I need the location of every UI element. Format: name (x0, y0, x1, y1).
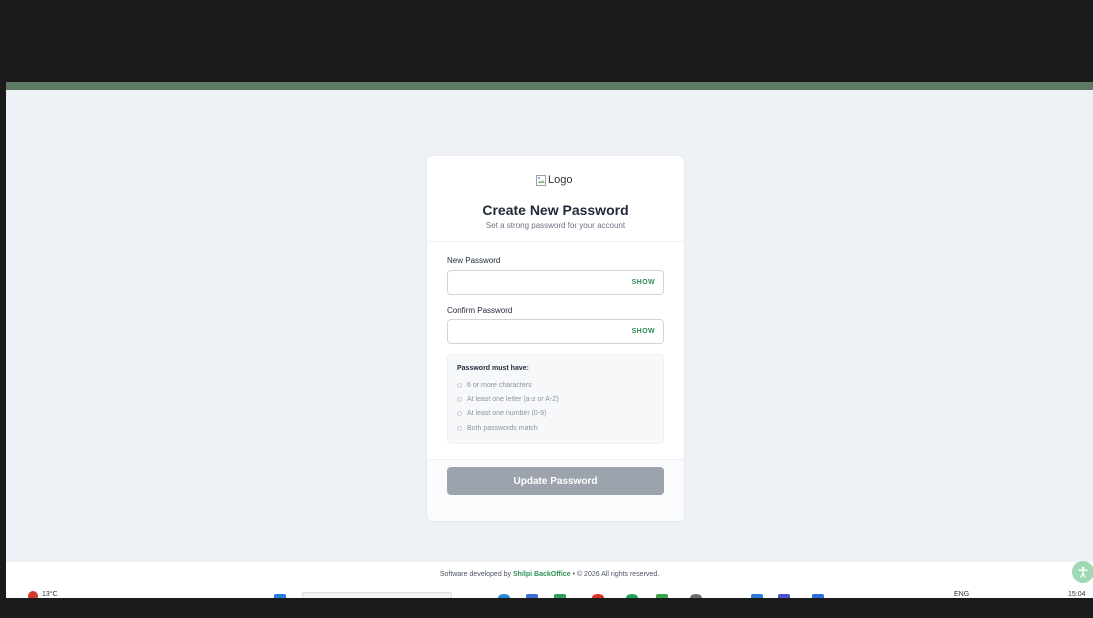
confirm-password-label: Confirm Password (447, 306, 513, 315)
new-password-label: New Password (447, 256, 501, 265)
circle-icon (457, 426, 462, 431)
footer-text: Software developed by Shilpi BackOffice … (6, 571, 1093, 578)
language-indicator[interactable]: ENG (954, 591, 969, 598)
requirement-item: At least one number (0-9) (457, 410, 546, 417)
requirement-text: 6 or more characters (467, 382, 532, 389)
footer-copyright: © 2026 All rights reserved. (576, 571, 660, 578)
requirement-item: 6 or more characters (457, 382, 532, 389)
requirements-title: Password must have: (457, 365, 529, 372)
page-subtitle: Set a strong password for your account (485, 221, 626, 230)
show-new-password-button[interactable]: SHOW (632, 279, 655, 286)
circle-icon (457, 411, 462, 416)
circle-icon (457, 397, 462, 402)
site-footer: Software developed by Shilpi BackOffice … (6, 562, 1093, 586)
requirement-item: Both passwords match (457, 425, 538, 432)
password-requirements: Password must have: 6 or more characters… (447, 354, 664, 444)
os-taskbar: 13°C ENG 15:04 (6, 586, 1093, 598)
browser-top-area (6, 4, 1093, 82)
card-footer: Update Password (427, 459, 684, 521)
footer-prefix: Software developed by (439, 571, 512, 578)
confirm-password-field[interactable]: SHOW (447, 319, 664, 344)
requirement-text: Both passwords match (467, 425, 538, 432)
footer-separator: • (572, 571, 575, 578)
logo-alt-text: Logo (548, 174, 573, 186)
accessibility-icon (1078, 566, 1088, 578)
requirement-text: At least one number (0-9) (467, 410, 547, 417)
footer-brand-link[interactable]: Shilpi BackOffice (513, 571, 571, 578)
broken-image-icon (536, 174, 546, 186)
page-body: Logo Create New Password Set a strong pa… (6, 90, 1093, 562)
circle-icon (457, 383, 462, 388)
create-password-card: Logo Create New Password Set a strong pa… (427, 156, 684, 521)
header-accent-bar (6, 82, 1093, 90)
new-password-field[interactable]: SHOW (447, 270, 664, 295)
new-password-input[interactable] (448, 271, 618, 294)
accessibility-button[interactable] (1072, 561, 1093, 583)
update-password-button[interactable]: Update Password (447, 467, 664, 495)
page-title: Create New Password (482, 202, 629, 218)
confirm-password-input[interactable] (448, 320, 618, 343)
weather-temperature[interactable]: 13°C (42, 591, 58, 598)
show-confirm-password-button[interactable]: SHOW (632, 328, 655, 335)
requirement-text: At least one letter (a-z or A-Z) (467, 396, 559, 403)
screen-bottom-band (6, 598, 1093, 618)
card-header: Logo Create New Password Set a strong pa… (427, 156, 684, 242)
weather-icon[interactable] (28, 591, 38, 598)
logo: Logo (536, 174, 572, 186)
requirement-item: At least one letter (a-z or A-Z) (457, 396, 559, 403)
clock[interactable]: 15:04 (1068, 591, 1086, 598)
